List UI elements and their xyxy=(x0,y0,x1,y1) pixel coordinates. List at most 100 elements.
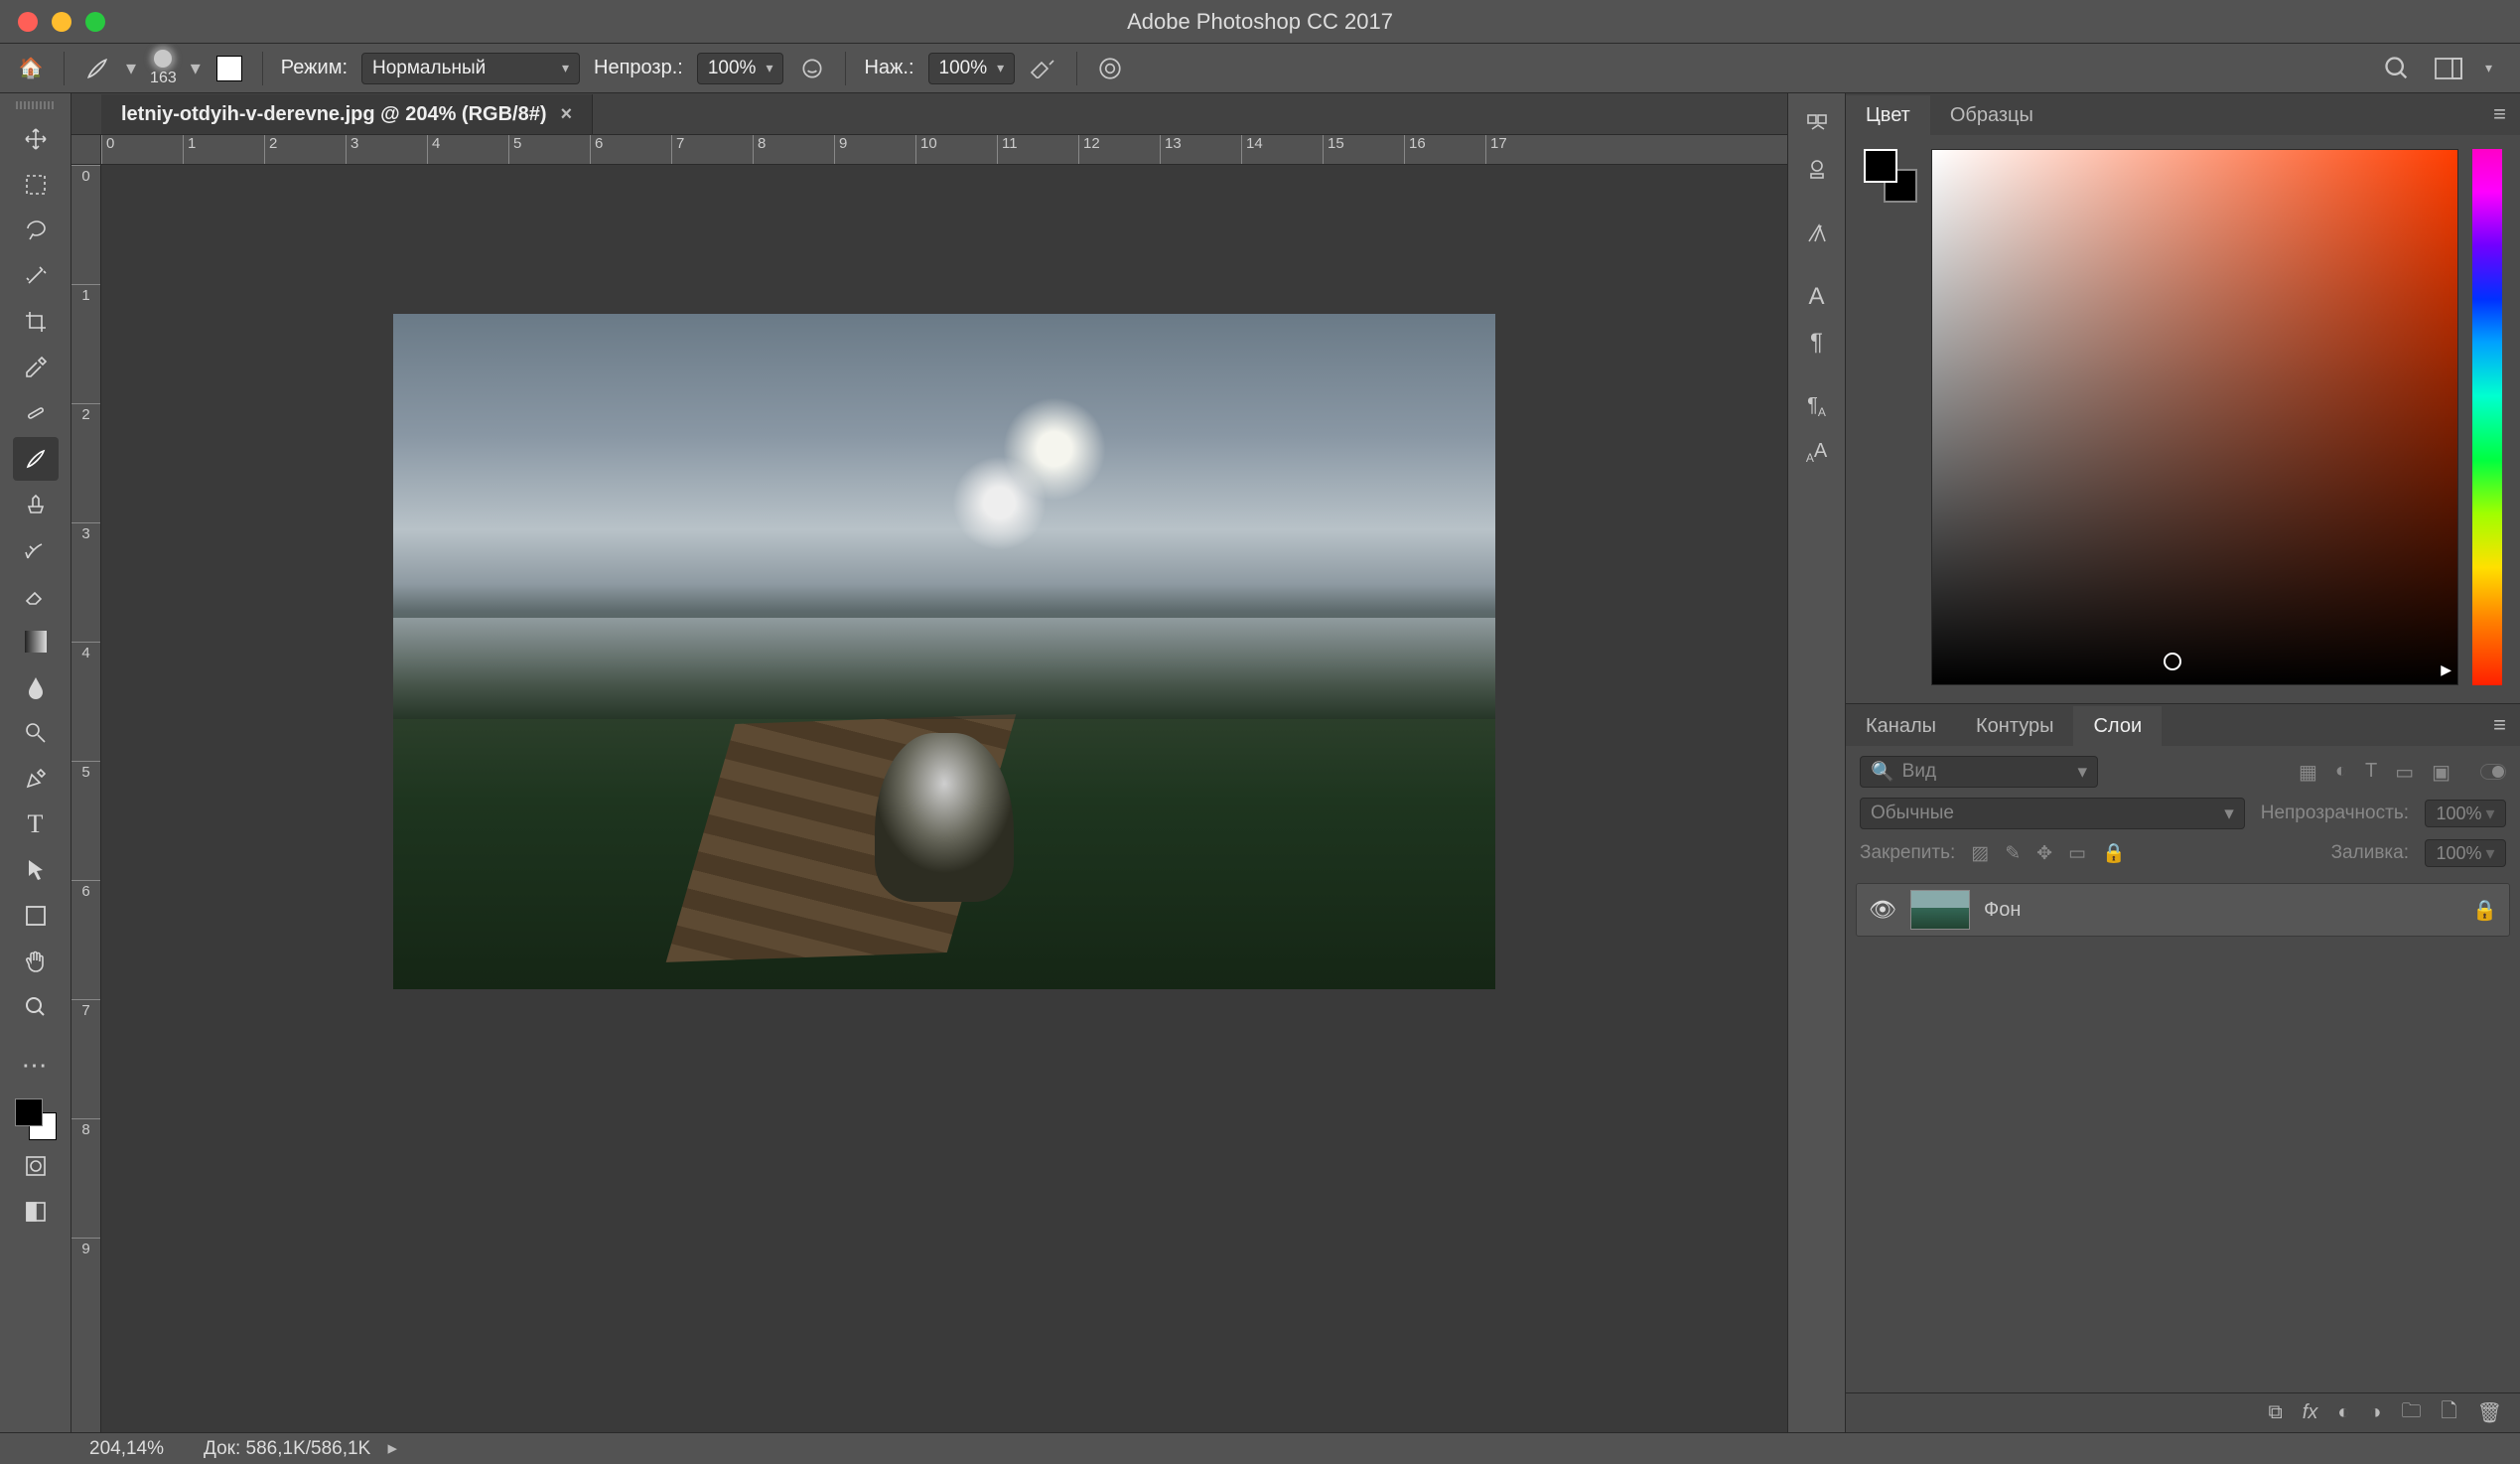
pen-tool[interactable] xyxy=(13,757,59,801)
tab-layers[interactable]: Слои xyxy=(2073,706,2162,746)
color-cursor[interactable] xyxy=(2164,653,2181,670)
opacity-label: Непрозр.: xyxy=(594,57,683,79)
hand-tool[interactable] xyxy=(13,940,59,983)
character-styles-icon[interactable]: ¶A xyxy=(1797,385,1837,427)
layer-name[interactable]: Фон xyxy=(1984,899,2021,922)
tab-channels[interactable]: Каналы xyxy=(1846,706,1956,746)
paragraph-panel-icon[interactable]: ¶ xyxy=(1797,322,1837,364)
rectangle-tool[interactable] xyxy=(13,894,59,938)
new-layer-icon[interactable]: 🗋 xyxy=(2442,1396,2457,1430)
edit-toolbar-icon[interactable]: ⋯ xyxy=(13,1043,59,1087)
color-fg-bg-swatch[interactable] xyxy=(1864,149,1917,203)
dodge-tool[interactable] xyxy=(13,711,59,755)
lock-artboard-icon[interactable]: ▭ xyxy=(2068,842,2086,865)
character-panel-icon[interactable]: A xyxy=(1797,276,1837,318)
foreground-background-swatch[interactable] xyxy=(13,1097,59,1142)
clone-stamp-tool[interactable] xyxy=(13,483,59,526)
layer-row[interactable]: 👁 Фон 🔒 xyxy=(1856,883,2510,937)
healing-brush-tool[interactable] xyxy=(13,391,59,435)
ruler-origin[interactable] xyxy=(71,135,101,165)
opacity-dropdown[interactable]: 100% ▾ xyxy=(697,53,784,84)
layer-thumbnail[interactable] xyxy=(1910,890,1970,930)
glyphs-icon[interactable] xyxy=(1797,213,1837,254)
document-area: letniy-otdyih-v-derevne.jpg @ 204% (RGB/… xyxy=(71,93,1787,1432)
quick-mask-icon[interactable] xyxy=(13,1144,59,1188)
flow-dropdown[interactable]: 100% ▾ xyxy=(928,53,1016,84)
lock-all-icon[interactable]: 🔒 xyxy=(2102,841,2126,865)
layer-mask-icon[interactable]: ◐ xyxy=(2337,1401,2349,1424)
image-content xyxy=(393,314,1495,989)
magic-wand-tool[interactable] xyxy=(13,254,59,298)
adjustments-icon[interactable] xyxy=(1797,149,1837,191)
workspace-switcher-icon[interactable] xyxy=(2434,54,2463,83)
delete-layer-icon[interactable]: 🗑 xyxy=(2477,1400,2502,1425)
opacity-value: 100% xyxy=(708,58,757,79)
canvas[interactable] xyxy=(101,165,1787,1432)
airbrush-icon[interactable] xyxy=(1029,54,1058,83)
color-slider-handle[interactable]: ▶ xyxy=(2441,661,2451,678)
tab-swatches[interactable]: Образцы xyxy=(1930,95,2053,135)
move-tool[interactable] xyxy=(13,117,59,161)
lasso-tool[interactable] xyxy=(13,209,59,252)
lock-image-icon[interactable]: ✎ xyxy=(2005,842,2021,865)
ruler-horizontal[interactable]: 01234567891011121314151617 xyxy=(101,135,1787,165)
libraries-icon[interactable] xyxy=(1797,103,1837,145)
blend-mode-value: Нормальный xyxy=(372,58,486,79)
type-tool[interactable]: T xyxy=(13,803,59,846)
brush-panel-toggle-icon[interactable] xyxy=(214,54,244,83)
history-brush-tool[interactable] xyxy=(13,528,59,572)
close-tab-icon[interactable]: × xyxy=(560,103,572,126)
marquee-tool[interactable] xyxy=(13,163,59,207)
link-layers-icon[interactable]: ⧉ xyxy=(2268,1401,2282,1424)
filter-pixel-icon[interactable]: ▦ xyxy=(2299,760,2317,785)
layer-blend-mode-value: Обычные xyxy=(1871,803,1954,824)
zoom-level[interactable]: 204,14% xyxy=(89,1438,164,1460)
layer-opacity-input[interactable]: 100% ▾ xyxy=(2425,800,2506,827)
blur-tool[interactable] xyxy=(13,665,59,709)
eraser-tool[interactable] xyxy=(13,574,59,618)
layer-fill-input[interactable]: 100% ▾ xyxy=(2425,839,2506,867)
color-field[interactable]: ▶ xyxy=(1931,149,2458,685)
layer-style-icon[interactable]: fx xyxy=(2303,1401,2318,1424)
new-group-icon[interactable]: 🗀 xyxy=(2402,1396,2422,1430)
blend-mode-dropdown[interactable]: Нормальный ▾ xyxy=(361,53,580,84)
zoom-tool[interactable] xyxy=(13,985,59,1029)
color-panel: ▶ xyxy=(1846,135,2520,703)
paragraph-styles-icon[interactable]: AA xyxy=(1797,431,1837,473)
home-icon[interactable]: 🏠 xyxy=(16,54,46,83)
screen-mode-icon[interactable] xyxy=(13,1190,59,1234)
lock-icon[interactable]: 🔒 xyxy=(2472,898,2497,923)
tab-paths[interactable]: Контуры xyxy=(1956,706,2073,746)
brush-tool-icon[interactable] xyxy=(82,54,112,83)
path-selection-tool[interactable] xyxy=(13,848,59,892)
hue-slider[interactable] xyxy=(2472,149,2502,685)
ruler-vertical[interactable]: 0123456789 xyxy=(71,165,101,1432)
lock-position-icon[interactable]: ✥ xyxy=(2036,842,2052,865)
pressure-opacity-icon[interactable] xyxy=(797,54,827,83)
brush-preset-picker[interactable]: 163 xyxy=(150,50,177,87)
chevron-right-icon[interactable]: ▸ xyxy=(388,1438,398,1459)
panel-grip[interactable] xyxy=(16,101,56,109)
new-fill-adjustment-icon[interactable]: ◑ xyxy=(2369,1401,2381,1424)
filter-type-icon[interactable]: T xyxy=(2365,760,2377,785)
status-bar: 204,14% Док: 586,1K/586,1K ▸ xyxy=(0,1432,2520,1464)
filter-toggle[interactable] xyxy=(2480,764,2506,780)
eyedropper-tool[interactable] xyxy=(13,346,59,389)
filter-adjustment-icon[interactable]: ◐ xyxy=(2335,760,2347,785)
document-tab[interactable]: letniy-otdyih-v-derevne.jpg @ 204% (RGB/… xyxy=(101,94,593,134)
lock-transparency-icon[interactable]: ▨ xyxy=(1971,842,1989,865)
panel-menu-icon[interactable]: ≡ xyxy=(2493,101,2506,127)
filter-smart-icon[interactable]: ▣ xyxy=(2432,760,2450,785)
brush-tool[interactable] xyxy=(13,437,59,481)
tab-color[interactable]: Цвет xyxy=(1846,95,1930,135)
search-icon[interactable] xyxy=(2382,54,2412,83)
panel-menu-icon[interactable]: ≡ xyxy=(2493,712,2506,738)
pressure-size-icon[interactable] xyxy=(1095,54,1125,83)
filter-shape-icon[interactable]: ▭ xyxy=(2395,760,2414,785)
visibility-toggle-icon[interactable]: 👁 xyxy=(1869,897,1896,923)
crop-tool[interactable] xyxy=(13,300,59,344)
layer-blend-mode-dropdown[interactable]: Обычные ▾ xyxy=(1860,798,2245,829)
gradient-tool[interactable] xyxy=(13,620,59,663)
layer-kind-filter[interactable]: 🔍 Вид ▾ xyxy=(1860,756,2098,788)
doc-size-readout[interactable]: Док: 586,1K/586,1K ▸ xyxy=(204,1437,397,1460)
